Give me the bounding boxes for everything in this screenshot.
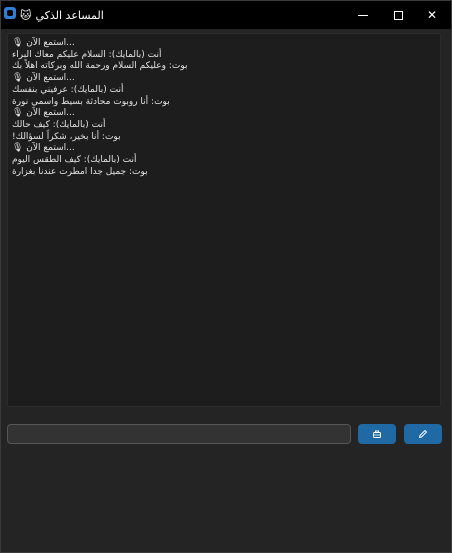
chat-line: بوت: جميل جدا امطرت عندنا بغزارة [12,166,148,177]
microphone-icon [419,430,427,438]
chat-line: أنت (بالمايك): كيف الطقس اليوم [12,155,137,166]
window-title-group: 🐱 المساعد الذكي [20,1,104,29]
chat-line: أنت (بالمايك): السلام عليكم معاك البراء [12,49,162,60]
minimize-icon [358,14,368,16]
send-button[interactable] [358,424,396,444]
cat-emoji-icon: 🐱 [20,8,32,22]
app-window: 🐱 المساعد الذكي ✕ ...استمع الآن 🎙 أنت (با… [0,0,452,553]
chat-line: ...استمع الآن 🎙 [12,73,75,84]
close-icon: ✕ [426,8,438,22]
chat-line: بوت: أنا بخير، شكراً لسؤالك! [12,131,121,142]
chat-line: بوت: وعليكم السلام ورحمة الله وبركاته اه… [12,61,188,72]
microphone-button[interactable] [404,424,442,444]
maximize-icon [393,10,403,20]
chat-line: ...استمع الآن 🎙 [12,108,75,119]
chat-line: بوت: أنا روبوت محادثة بسيط واسمي نورة [12,96,170,107]
chat-lines: ...استمع الآن 🎙 أنت (بالمايك): السلام علي… [12,38,242,178]
chat-line: أنت (بالمايك): عرفيني بنفسك [12,84,124,95]
window-title: المساعد الذكي [35,8,104,22]
send-icon [373,430,381,438]
chat-line: ...استمع الآن 🎙 [12,143,75,154]
chat-line: ...استمع الآن 🎙 [12,38,75,48]
maximize-button[interactable] [381,1,415,29]
chat-line: أنت (بالمايك): كيف حالك [12,119,106,130]
app-logo-icon [4,7,16,19]
message-input[interactable] [7,424,351,444]
chat-transcript[interactable]: ...استمع الآن 🎙 أنت (بالمايك): السلام علي… [7,33,441,407]
title-bar[interactable]: 🐱 المساعد الذكي ✕ [1,1,451,29]
close-button[interactable]: ✕ [415,1,449,29]
minimize-button[interactable] [346,1,380,29]
